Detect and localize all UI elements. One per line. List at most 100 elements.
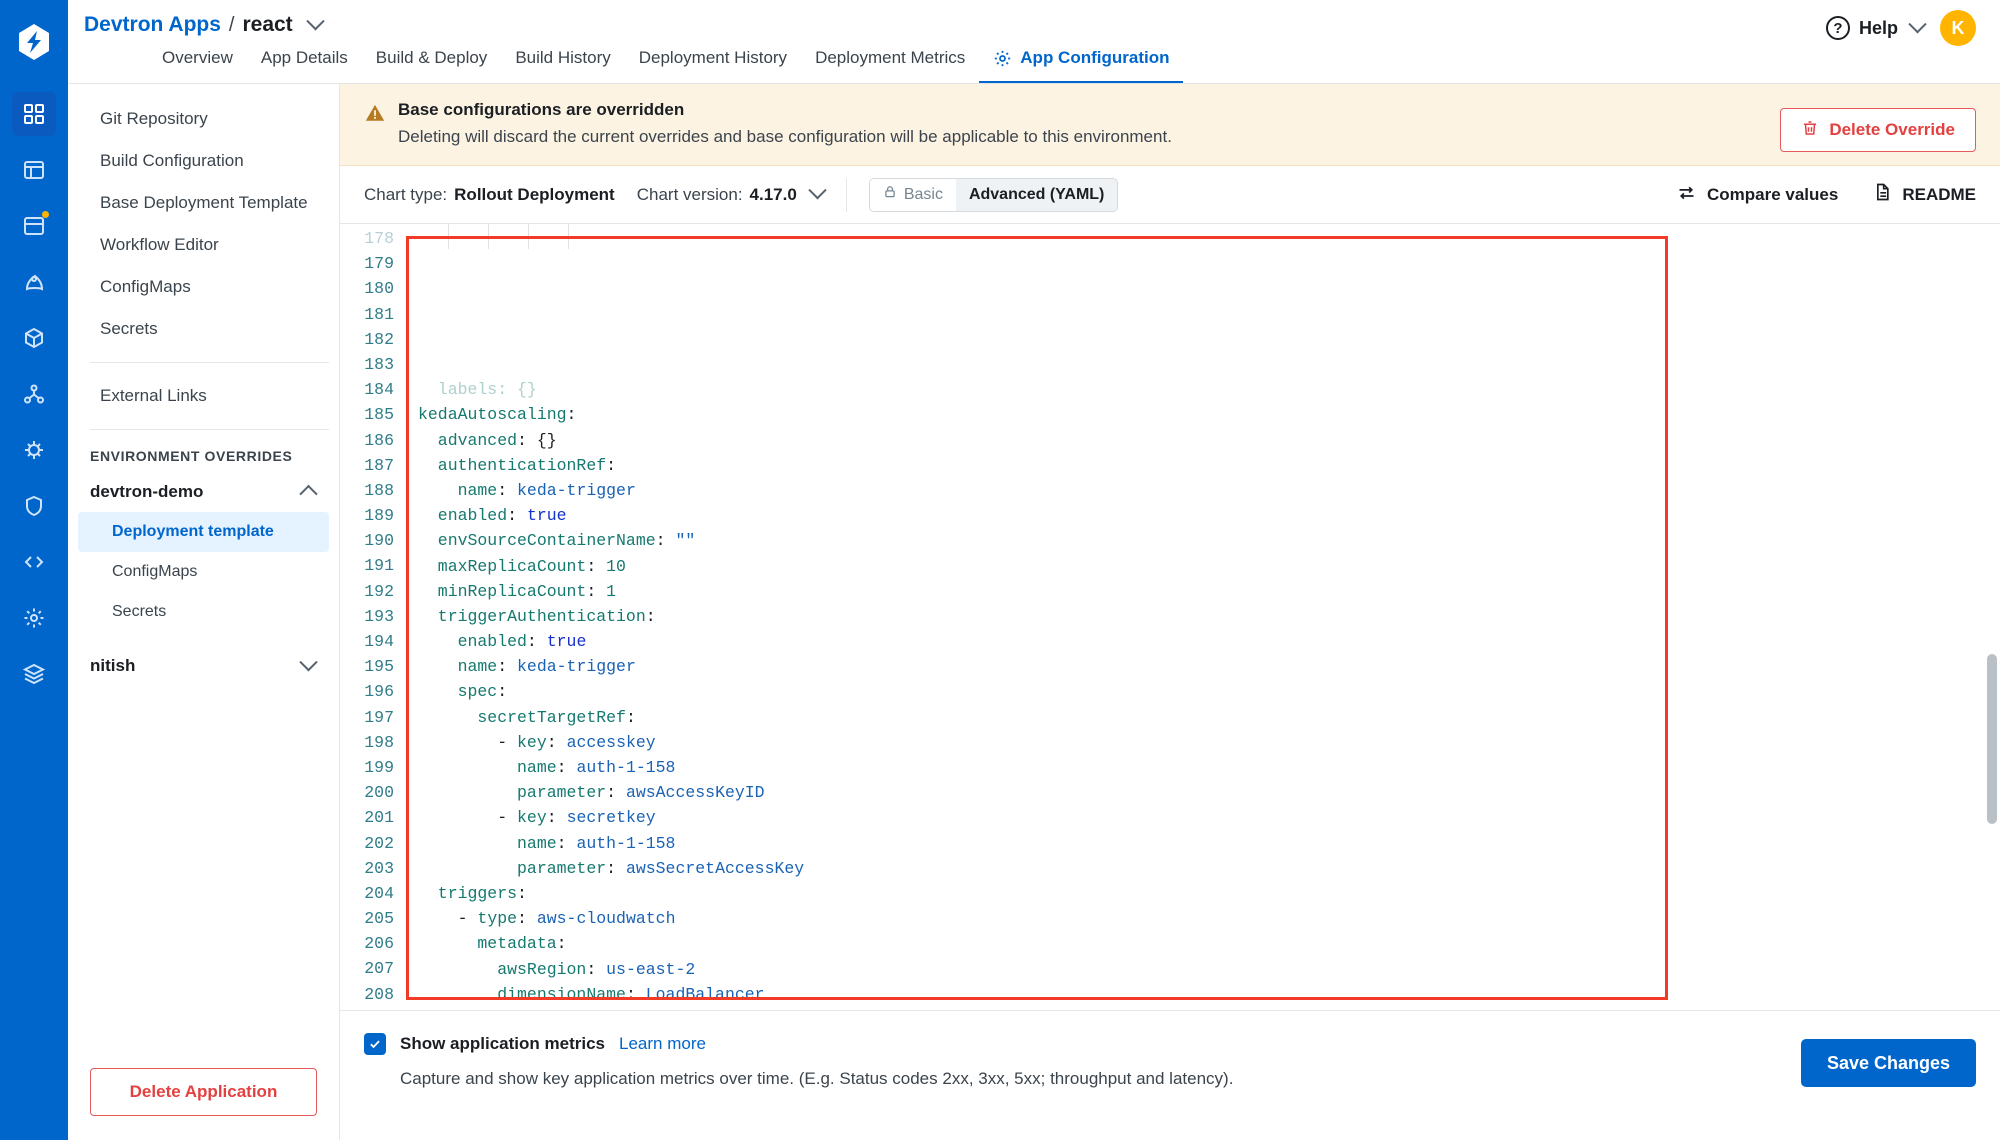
rail-item-chart-store[interactable] bbox=[12, 204, 56, 248]
rail-item-jobs[interactable] bbox=[12, 148, 56, 192]
sidebar-item-base-deployment-template[interactable]: Base Deployment Template bbox=[78, 182, 329, 224]
code-token: true bbox=[526, 506, 567, 526]
rail-item-applications[interactable] bbox=[12, 92, 56, 136]
yaml-editor[interactable]: 178 179 180 181 182 183 184 185 186 187 188 189 190 1… bbox=[340, 224, 2000, 1010]
tab-deployment-history[interactable]: Deployment History bbox=[625, 42, 801, 84]
rail-item-code[interactable] bbox=[12, 540, 56, 584]
rail-item-deployments[interactable] bbox=[12, 260, 56, 304]
save-changes-button[interactable]: Save Changes bbox=[1800, 1039, 1976, 1087]
rail-item-global-config[interactable] bbox=[12, 596, 56, 640]
tab-label: Build & Deploy bbox=[375, 48, 488, 67]
help-chevron-down-icon bbox=[1908, 14, 1927, 33]
line-number: 184 bbox=[364, 380, 394, 400]
code-line[interactable]: enabled: true bbox=[418, 629, 2000, 654]
sidebar-env-devtron-demo[interactable]: devtron-demo bbox=[68, 472, 339, 512]
code-line[interactable]: secretTargetRef: bbox=[418, 705, 2000, 730]
sidebar-item-label: Base Deployment Template bbox=[100, 193, 308, 212]
tab-build-and-deploy[interactable]: Build & Deploy bbox=[362, 42, 502, 84]
code-line[interactable]: enabled: true bbox=[418, 503, 2000, 528]
tab-build-history[interactable]: Build History bbox=[501, 42, 624, 84]
code-line[interactable]: kedaAutoscaling: bbox=[418, 402, 2000, 427]
tab-label: Overview bbox=[162, 48, 233, 67]
code-line[interactable]: parameter: awsSecretAccessKey bbox=[418, 856, 2000, 881]
delete-override-button[interactable]: Delete Override bbox=[1780, 108, 1976, 152]
code-line[interactable]: spec: bbox=[418, 679, 2000, 704]
learn-more-link[interactable]: Learn more bbox=[619, 1034, 706, 1054]
devtron-logo-icon[interactable] bbox=[12, 20, 56, 64]
code-token: - bbox=[418, 732, 518, 752]
code-line[interactable]: maxReplicaCount: 10 bbox=[418, 554, 2000, 579]
code-token: - bbox=[418, 909, 478, 929]
sidebar-item-configmaps[interactable]: ConfigMaps bbox=[78, 266, 329, 308]
code-token: : bbox=[586, 556, 607, 576]
code-line[interactable]: - key: secretkey bbox=[418, 805, 2000, 830]
code-line[interactable]: authenticationRef: bbox=[418, 453, 2000, 478]
breadcrumb-root-link[interactable]: Devtron Apps bbox=[84, 13, 221, 37]
sidebar-item-workflow-editor[interactable]: Workflow Editor bbox=[78, 224, 329, 266]
code-token: secretkey bbox=[566, 808, 656, 828]
avatar[interactable]: K bbox=[1940, 10, 1976, 46]
code-line[interactable]: name: auth-1-158 bbox=[418, 831, 2000, 856]
sidebar-item-external-links[interactable]: External Links bbox=[78, 375, 329, 417]
code-line[interactable]: parameter: awsAccessKeyID bbox=[418, 780, 2000, 805]
code-line[interactable]: envSourceContainerName: "" bbox=[418, 528, 2000, 553]
code-line[interactable]: triggers: bbox=[418, 881, 2000, 906]
editor-mode-toggle: Basic Advanced (YAML) bbox=[868, 177, 1119, 212]
delete-application-button[interactable]: Delete Application bbox=[90, 1068, 317, 1116]
rail-item-clusters[interactable] bbox=[12, 372, 56, 416]
chevron-up-icon bbox=[299, 484, 318, 503]
page-body: Git Repository Build Configuration Base … bbox=[68, 84, 2000, 1140]
compare-values-button[interactable]: Compare values bbox=[1676, 182, 1838, 208]
sidebar-item-env-secrets[interactable]: Secrets bbox=[78, 592, 329, 632]
code-line[interactable]: name: keda-trigger bbox=[418, 654, 2000, 679]
tab-app-configuration[interactable]: App Configuration bbox=[979, 42, 1184, 84]
code-token: 10 bbox=[606, 556, 626, 576]
sidebar-item-env-configmaps[interactable]: ConfigMaps bbox=[78, 552, 329, 592]
show-application-metrics-checkbox[interactable] bbox=[364, 1033, 386, 1055]
code-line[interactable]: metadata: bbox=[418, 931, 2000, 956]
code-line[interactable]: name: auth-1-158 bbox=[418, 755, 2000, 780]
mode-basic-button[interactable]: Basic bbox=[869, 178, 956, 211]
code-line[interactable]: name: keda-trigger bbox=[418, 478, 2000, 503]
notification-dot bbox=[42, 211, 49, 218]
rail-item-bug[interactable] bbox=[12, 428, 56, 472]
code-line[interactable]: minReplicaCount: 1 bbox=[418, 579, 2000, 604]
tab-deployment-metrics[interactable]: Deployment Metrics bbox=[801, 42, 979, 84]
yaml-editor-region[interactable]: 178 179 180 181 182 183 184 185 186 187 188 189 190 1… bbox=[340, 224, 2000, 1010]
chart-version-chevron-down-icon[interactable] bbox=[808, 181, 827, 201]
code-line[interactable]: awsRegion: us-east-2 bbox=[418, 957, 2000, 982]
tab-overview[interactable]: Overview bbox=[148, 42, 247, 84]
chart-type-value: Rollout Deployment bbox=[454, 184, 615, 204]
code-line[interactable]: dimensionName: LoadBalancer bbox=[418, 982, 2000, 1007]
rail-item-security[interactable] bbox=[12, 484, 56, 528]
sidebar-item-deployment-template[interactable]: Deployment template bbox=[78, 512, 329, 552]
sidebar-item-label: Secrets bbox=[112, 603, 167, 620]
global-nav-rail bbox=[0, 0, 68, 1140]
code-line[interactable]: advanced: {} bbox=[418, 428, 2000, 453]
code-token: : bbox=[606, 455, 617, 475]
app-selector-chevron-down-icon[interactable] bbox=[305, 11, 325, 32]
rail-item-resource-browser[interactable] bbox=[12, 316, 56, 360]
yaml-code-area[interactable]: labels: {} kedaAutoscaling: advanced: {} … bbox=[408, 224, 2000, 1010]
help-menu[interactable]: ? Help bbox=[1825, 14, 1927, 40]
code-token: name bbox=[418, 480, 498, 500]
code-token: enabled bbox=[418, 506, 508, 526]
rail-item-stack-manager[interactable] bbox=[12, 652, 56, 696]
warning-triangle-icon bbox=[364, 102, 386, 129]
sidebar-item-secrets[interactable]: Secrets bbox=[78, 308, 329, 350]
mode-advanced-yaml-button[interactable]: Advanced (YAML) bbox=[955, 178, 1118, 211]
editor-vertical-scrollbar[interactable] bbox=[1987, 654, 1997, 824]
code-token: name bbox=[418, 833, 557, 853]
line-number: 182 bbox=[364, 329, 394, 349]
code-line[interactable]: - type: aws-cloudwatch bbox=[418, 906, 2000, 931]
tab-app-details[interactable]: App Details bbox=[247, 42, 362, 84]
chart-version-value: 4.17.0 bbox=[749, 184, 797, 204]
sidebar-item-git-repository[interactable]: Git Repository bbox=[78, 98, 329, 140]
sidebar-item-build-configuration[interactable]: Build Configuration bbox=[78, 140, 329, 182]
code-line[interactable]: triggerAuthentication: bbox=[418, 604, 2000, 629]
code-line[interactable]: labels: {} bbox=[418, 377, 2000, 402]
sidebar-env-nitish[interactable]: nitish bbox=[68, 646, 339, 686]
code-token: 1 bbox=[606, 581, 617, 601]
code-line[interactable]: - key: accesskey bbox=[418, 730, 2000, 755]
readme-button[interactable]: README bbox=[1872, 182, 1976, 207]
